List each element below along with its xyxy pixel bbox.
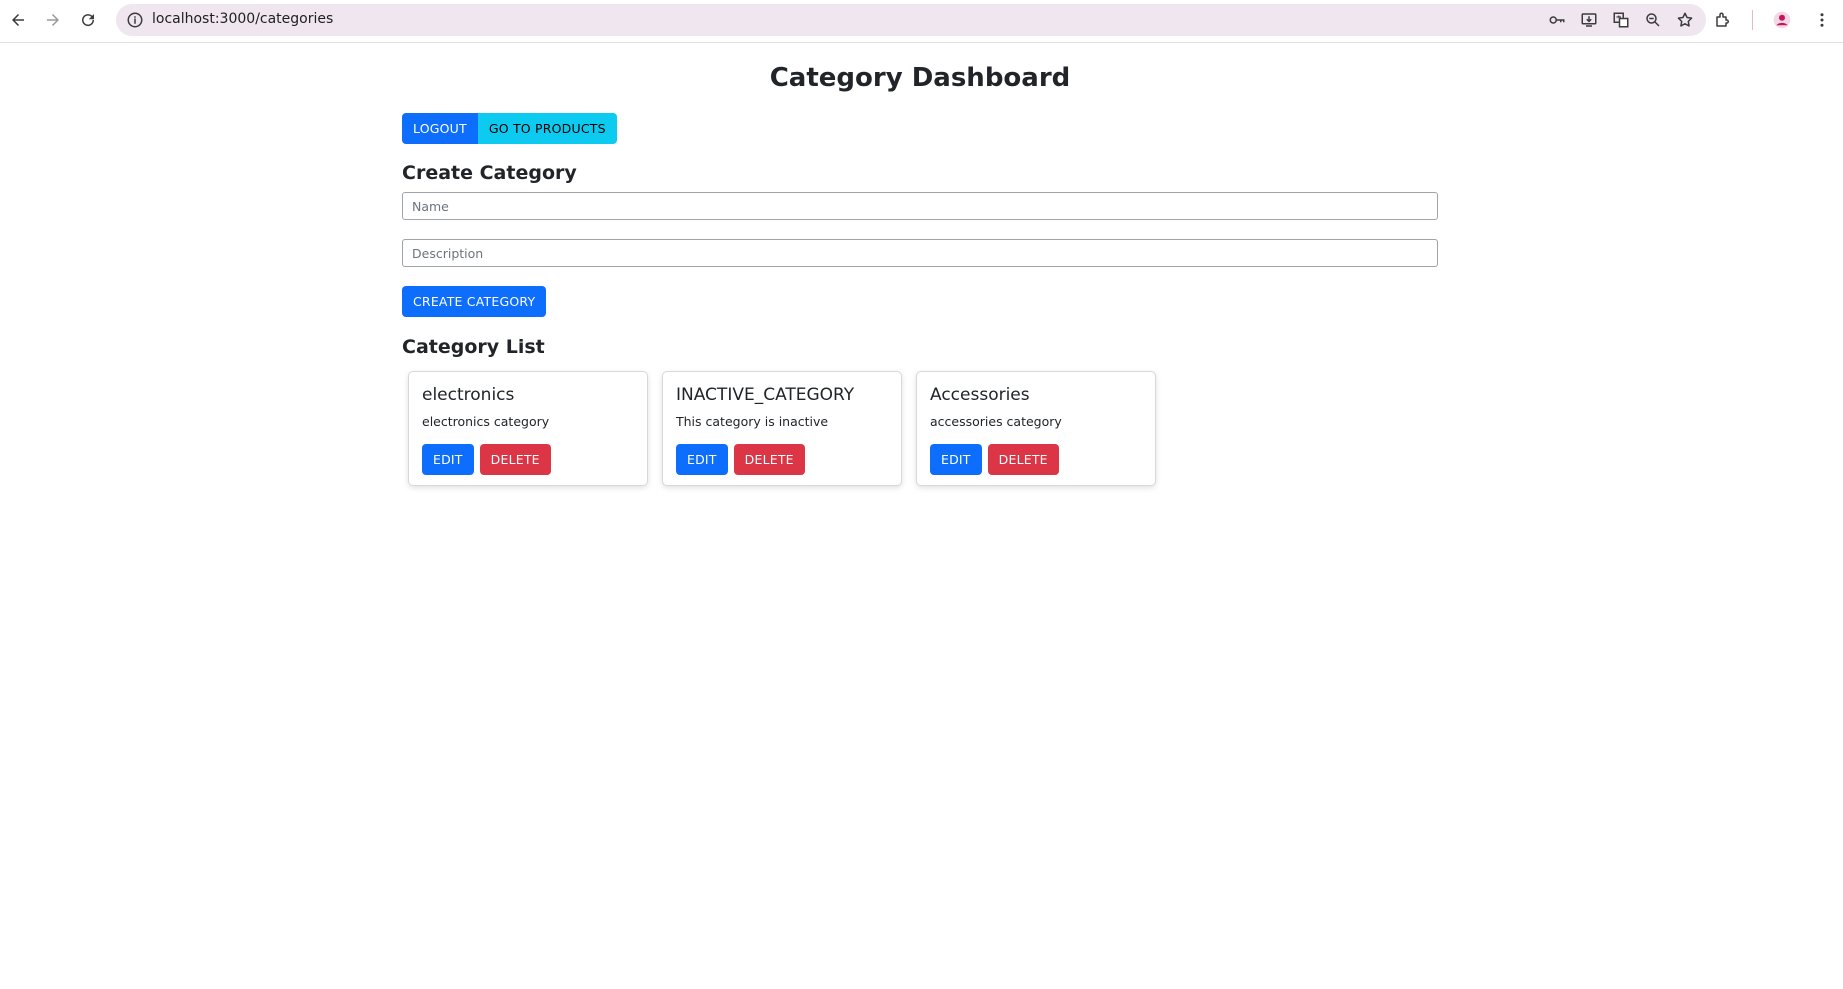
create-category-heading: Create Category bbox=[402, 162, 577, 184]
category-card-description: This category is inactive bbox=[676, 414, 829, 429]
toolbar-divider bbox=[1752, 10, 1753, 30]
go-to-products-button[interactable]: GO TO PRODUCTS bbox=[477, 113, 617, 144]
forward-icon[interactable] bbox=[41, 8, 65, 32]
category-card-description: electronics category bbox=[422, 414, 550, 429]
category-card-title: Accessories bbox=[930, 385, 1030, 405]
delete-button[interactable]: DELETE bbox=[733, 444, 805, 475]
back-icon[interactable] bbox=[6, 8, 30, 32]
delete-button[interactable]: DELETE bbox=[987, 444, 1059, 475]
edit-button[interactable]: EDIT bbox=[422, 444, 474, 475]
category-list: electronics electronics category EDIT DE… bbox=[408, 371, 1156, 486]
create-category-button[interactable]: CREATE CATEGORY bbox=[402, 286, 547, 317]
category-card-description: accessories category bbox=[930, 414, 1062, 429]
address-bar[interactable]: localhost:3000/categories bbox=[116, 4, 1706, 36]
install-app-icon[interactable] bbox=[1578, 10, 1600, 30]
category-card-title: electronics bbox=[422, 385, 515, 405]
translate-icon[interactable] bbox=[1610, 10, 1632, 30]
delete-button[interactable]: DELETE bbox=[479, 444, 551, 475]
extensions-icon[interactable] bbox=[1712, 8, 1734, 32]
category-description-input[interactable] bbox=[402, 239, 1438, 267]
page-title: Category Dashboard bbox=[769, 63, 1071, 93]
category-card-title: INACTIVE_CATEGORY bbox=[676, 385, 855, 405]
category-name-input[interactable] bbox=[402, 192, 1438, 220]
category-card: INACTIVE_CATEGORY This category is inact… bbox=[662, 371, 902, 486]
category-card: electronics electronics category EDIT DE… bbox=[408, 371, 648, 486]
category-list-heading: Category List bbox=[402, 336, 545, 358]
profile-avatar-icon[interactable] bbox=[1771, 8, 1793, 32]
logout-button[interactable]: LOGOUT bbox=[402, 113, 478, 144]
site-info-icon[interactable] bbox=[126, 11, 144, 29]
edit-button[interactable]: EDIT bbox=[930, 444, 982, 475]
zoom-icon[interactable] bbox=[1642, 10, 1664, 30]
reload-icon[interactable] bbox=[76, 8, 100, 32]
password-key-icon[interactable] bbox=[1546, 10, 1568, 30]
category-card: Accessories accessories category EDIT DE… bbox=[916, 371, 1156, 486]
top-actions: LOGOUT GO TO PRODUCTS bbox=[402, 113, 617, 144]
url-text[interactable]: localhost:3000/categories bbox=[152, 11, 333, 27]
browser-toolbar: localhost:3000/categories bbox=[0, 0, 1843, 43]
edit-button[interactable]: EDIT bbox=[676, 444, 728, 475]
bookmark-star-icon[interactable] bbox=[1674, 10, 1696, 30]
more-menu-icon[interactable] bbox=[1811, 8, 1833, 32]
